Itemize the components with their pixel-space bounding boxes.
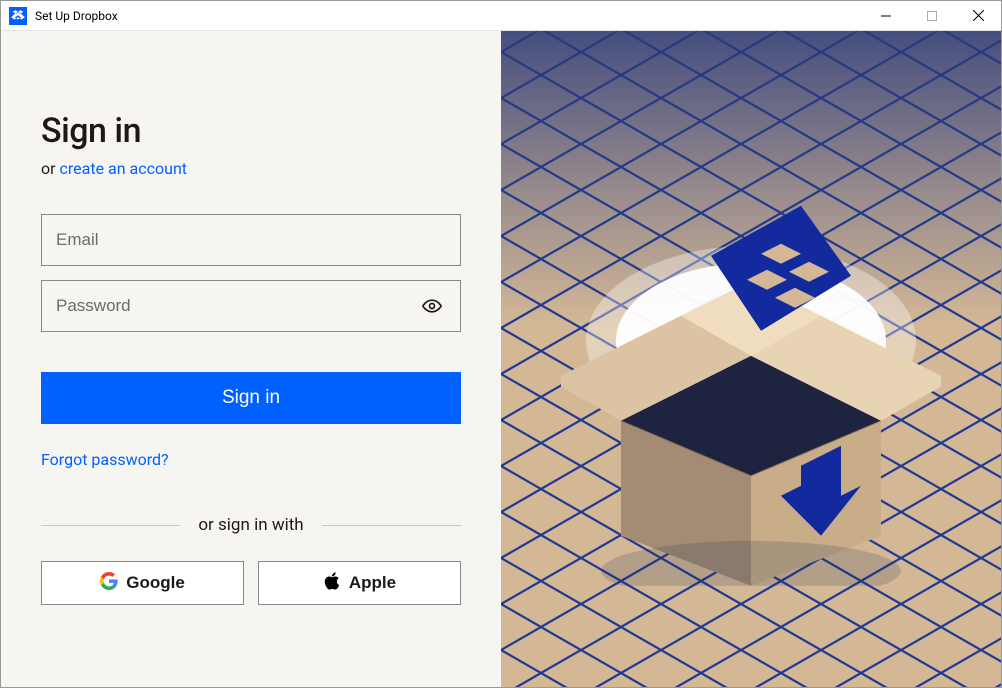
signin-button[interactable]: Sign in bbox=[41, 372, 461, 424]
forgot-password-link[interactable]: Forgot password? bbox=[41, 450, 461, 469]
window-controls bbox=[863, 1, 1001, 30]
apple-signin-button[interactable]: Apple bbox=[258, 561, 461, 605]
apple-icon bbox=[323, 571, 341, 596]
google-signin-button[interactable]: Google bbox=[41, 561, 244, 605]
divider-line-right bbox=[322, 525, 461, 526]
maximize-button bbox=[909, 1, 955, 30]
or-text: or bbox=[41, 159, 60, 178]
close-button[interactable] bbox=[955, 1, 1001, 30]
password-field[interactable] bbox=[56, 281, 418, 331]
apple-label: Apple bbox=[349, 573, 396, 593]
divider: or sign in with bbox=[41, 515, 461, 535]
social-row: Google Apple bbox=[41, 561, 461, 605]
google-icon bbox=[100, 572, 118, 595]
subline: or create an account bbox=[41, 159, 461, 178]
app-window: Set Up Dropbox Sign in or create an acco… bbox=[0, 0, 1002, 688]
divider-text: or sign in with bbox=[198, 515, 303, 535]
window-title: Set Up Dropbox bbox=[35, 9, 863, 23]
email-field-wrap bbox=[41, 214, 461, 266]
minimize-button[interactable] bbox=[863, 1, 909, 30]
signin-panel: Sign in or create an account Sign in For… bbox=[1, 31, 501, 687]
illustration-panel bbox=[501, 31, 1001, 687]
box-illustration bbox=[561, 166, 941, 586]
page-title: Sign in bbox=[41, 111, 461, 151]
create-account-link[interactable]: create an account bbox=[60, 159, 188, 178]
google-label: Google bbox=[126, 573, 185, 593]
email-field[interactable] bbox=[56, 215, 446, 265]
titlebar: Set Up Dropbox bbox=[1, 1, 1001, 31]
show-password-icon[interactable] bbox=[418, 296, 446, 316]
content-area: Sign in or create an account Sign in For… bbox=[1, 31, 1001, 687]
password-field-wrap bbox=[41, 280, 461, 332]
dropbox-icon bbox=[9, 7, 27, 25]
divider-line-left bbox=[41, 525, 180, 526]
